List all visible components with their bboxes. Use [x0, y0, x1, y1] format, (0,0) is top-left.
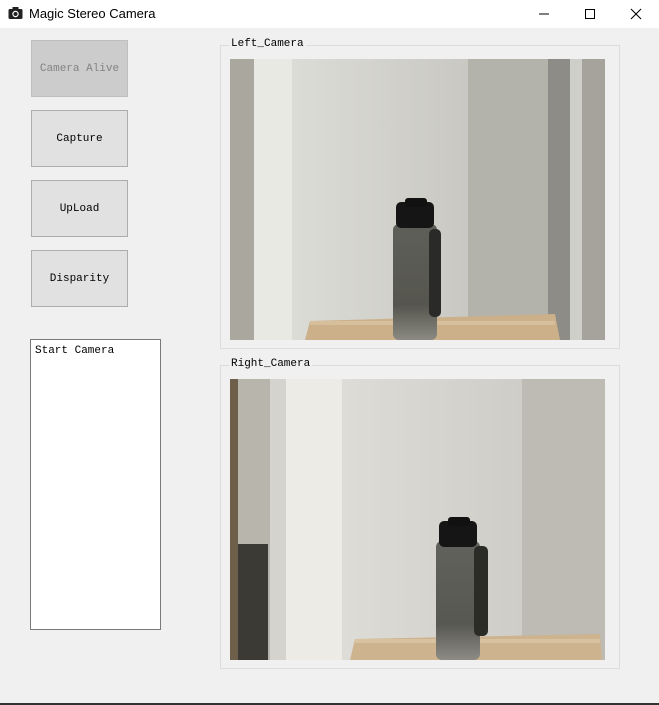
maximize-button[interactable] — [567, 0, 613, 28]
log-textbox[interactable]: Start Camera — [30, 339, 161, 630]
camera-icon — [8, 7, 23, 19]
close-button[interactable] — [613, 0, 659, 28]
upload-button[interactable]: UpLoad — [31, 180, 128, 237]
close-icon — [630, 8, 642, 20]
title-bar[interactable]: Magic Stereo Camera — [0, 0, 659, 28]
minimize-button[interactable] — [521, 0, 567, 28]
maximize-icon — [585, 9, 595, 19]
left-camera-label: Left_Camera — [229, 38, 306, 50]
right-camera-image — [230, 379, 605, 660]
right-camera-label: Right_Camera — [229, 358, 313, 370]
left-camera-group: Left_Camera — [220, 38, 620, 349]
log-line: Start Camera — [35, 345, 115, 357]
left-camera-image — [230, 59, 605, 340]
left-camera-feed — [230, 59, 605, 340]
right-camera-feed — [230, 379, 605, 660]
camera-alive-button[interactable]: Camera Alive — [31, 40, 128, 97]
disparity-button[interactable]: Disparity — [31, 250, 128, 307]
right-camera-group: Right_Camera — [220, 358, 620, 669]
window-title: Magic Stereo Camera — [29, 6, 156, 21]
minimize-icon — [539, 13, 549, 15]
capture-button[interactable]: Capture — [31, 110, 128, 167]
